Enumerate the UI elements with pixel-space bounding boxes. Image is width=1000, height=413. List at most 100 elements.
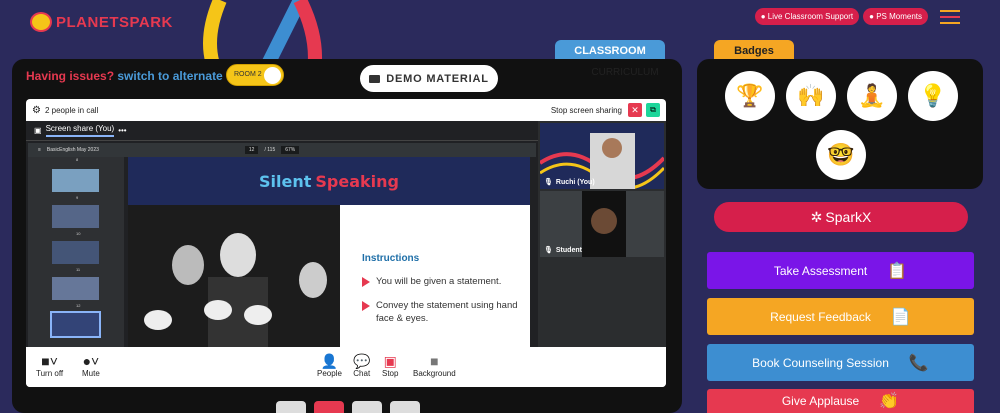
give-applause-button[interactable]: Give Applause 👏	[707, 389, 974, 413]
take-assessment-label: Take Assessment	[773, 263, 868, 278]
folder-icon	[369, 74, 381, 83]
bullet-text: You will be given a statement.	[376, 276, 502, 287]
participant-label: 🎙 Ruchi (You)	[544, 178, 595, 187]
close-icon[interactable]: ✕	[628, 103, 642, 117]
room-toggle[interactable]: ROOM 2	[226, 64, 284, 86]
mic-icon: 🎙	[544, 179, 553, 186]
give-applause-label: Give Applause	[781, 394, 860, 408]
logo[interactable]: PLANETSPARK	[30, 12, 173, 32]
spark-icon: ✲	[810, 208, 823, 225]
chat-label: Chat	[353, 369, 371, 378]
mime-photo	[128, 205, 340, 347]
thumb-number: 12	[76, 303, 81, 308]
slide-title: Silent Speaking	[128, 157, 530, 205]
bullet-text: Convey the statement using hand face & e…	[376, 300, 518, 324]
pdf-zoom[interactable]: 67%	[281, 146, 300, 154]
turn-off-button[interactable]: ■˅ Turn off	[36, 353, 63, 378]
demo-material-label: DEMO MATERIAL	[386, 72, 489, 85]
people-button[interactable]: 👤 People	[317, 353, 342, 378]
monitor-icon: ▣	[34, 126, 42, 135]
stop-button[interactable]: ▣ Stop	[382, 353, 398, 378]
people-label: People	[317, 369, 342, 378]
logo-text: PLANETSPARK	[56, 13, 173, 31]
smart-badge-icon[interactable]: 🤓	[816, 130, 866, 180]
participant-label: 🎙 Student	[544, 246, 582, 255]
mute-label: Mute	[82, 369, 100, 378]
more-icon[interactable]: •••	[118, 126, 126, 135]
pdf-filename: BasicEnglish May 2023	[46, 147, 99, 153]
live-support-label: Live Classroom Support	[767, 12, 854, 21]
toggle-knob	[264, 67, 281, 84]
video-call-window: ⚙ 2 people in call Stop screen sharing ✕…	[26, 99, 666, 387]
team-badge-icon[interactable]: 🙌	[786, 71, 836, 121]
background-button[interactable]: ■ Background	[413, 353, 456, 378]
slide-title-red: Speaking	[315, 171, 399, 191]
mime-photo-image	[128, 205, 340, 347]
planet-logo-icon	[30, 12, 52, 32]
pdf-thumbnail-active[interactable]	[50, 311, 101, 338]
background-label: Background	[413, 369, 456, 378]
pip-icon[interactable]: ⧉	[646, 103, 660, 117]
participant-name: Ruchi (You)	[555, 178, 595, 186]
book-counseling-button[interactable]: Book Counseling Session 📞	[707, 344, 974, 381]
phone-icon: 📞	[908, 354, 929, 372]
clipboard-icon: 📋	[887, 262, 908, 280]
thumb-number: 11	[76, 267, 81, 272]
screen-share-header: ▣ Screen share (You) •••	[26, 121, 538, 141]
pdf-thumbnail[interactable]	[52, 205, 99, 228]
chat-button[interactable]: 💬 Chat	[353, 353, 370, 378]
power-icon[interactable]	[314, 401, 344, 413]
document-icon: 📄	[890, 308, 911, 326]
pdf-thumbnails: 8 9 10 11 12	[28, 157, 124, 347]
chat-icon: 💬	[353, 353, 371, 369]
stop-sharing-link[interactable]: Stop screen sharing	[551, 106, 622, 115]
instruction-bullet: Convey the statement using hand face & e…	[362, 300, 532, 325]
bullet-arrow-icon	[362, 277, 370, 287]
participant-tile[interactable]: 🎙 Ruchi (You)	[540, 123, 664, 189]
screen-share-label: Screen share (You)	[45, 124, 115, 137]
idea-badge-icon[interactable]: 💡	[908, 71, 958, 121]
pdf-menu-icon[interactable]: ≡	[38, 147, 41, 153]
ps-moments-button[interactable]: ● PS Moments	[863, 8, 928, 25]
instructions-heading: Instructions	[362, 253, 420, 264]
turn-off-label: Turn off	[36, 369, 64, 378]
participant-tiles: 🎙 Ruchi (You) 🎙 Student	[538, 121, 666, 347]
issues-notice: Having issues? switch to alternate room	[26, 69, 256, 83]
trophy-badge-icon[interactable]: 🏆	[725, 71, 775, 121]
meditation-badge-icon[interactable]: 🧘	[847, 71, 897, 121]
thumb-number: 10	[76, 231, 81, 236]
bottom-controls	[276, 401, 420, 413]
people-count: 2 people in call	[44, 105, 99, 115]
request-feedback-button[interactable]: Request Feedback 📄	[707, 298, 974, 335]
screen-icon[interactable]	[352, 401, 382, 413]
badges-panel: 🏆 🙌 🧘 💡 🤓	[697, 59, 983, 189]
pdf-thumbnail[interactable]	[52, 169, 99, 192]
take-assessment-button[interactable]: Take Assessment 📋	[707, 252, 974, 289]
pdf-page-input[interactable]: 12	[244, 146, 259, 154]
room-toggle-label: ROOM 2	[234, 71, 262, 78]
pdf-thumbnail[interactable]	[52, 277, 99, 300]
bullet-arrow-icon	[362, 301, 370, 312]
call-controls: ■˅ Turn off ●˅ Mute 👤 People 💬 Chat ▣ Stop ■ B…	[26, 347, 666, 387]
clap-icon: 👏	[879, 393, 900, 410]
microphone-icon: ●˅	[82, 353, 100, 369]
ps-moments-label: PS Moments	[876, 12, 922, 21]
sparkx-button[interactable]: ✲ SparkX	[714, 202, 968, 232]
mute-button[interactable]: ●˅ Mute	[82, 353, 100, 378]
menu-icon[interactable]	[940, 9, 960, 24]
demo-material-button[interactable]: DEMO MATERIAL	[360, 65, 498, 92]
book-counseling-label: Book Counseling Session	[752, 355, 889, 370]
pdf-page-total: / 115	[264, 147, 276, 153]
settings-icon[interactable]	[390, 401, 420, 413]
participant-tile[interactable]: 🎙 Student	[540, 191, 664, 257]
slide: Silent Speaking Instructions You will be…	[128, 157, 530, 347]
camera-icon: ■˅	[41, 353, 58, 369]
tab-curriculum[interactable]: CURRICULUM	[575, 67, 675, 78]
pdf-thumbnail[interactable]	[52, 241, 99, 264]
live-support-button[interactable]: ● Live Classroom Support	[754, 8, 860, 25]
instruction-bullet: You will be given a statement.	[362, 276, 532, 288]
thumb-number: 8	[76, 157, 79, 162]
stop-label: Stop	[382, 369, 399, 378]
gear-icon[interactable]: ⚙	[32, 105, 41, 116]
fullscreen-icon[interactable]	[276, 401, 306, 413]
